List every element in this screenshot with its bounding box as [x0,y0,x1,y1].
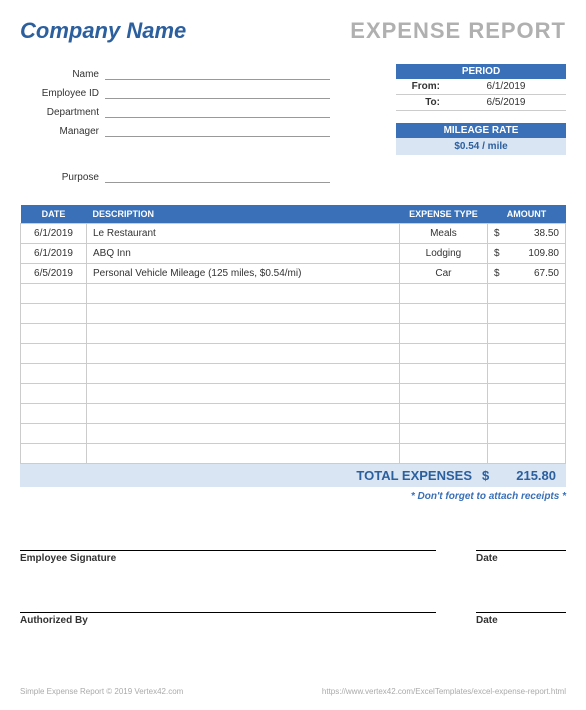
cell-currency: $ [487,224,505,244]
name-field: Name [20,64,330,80]
table-row-empty [21,344,566,364]
cell-type: Meals [399,224,487,244]
period-to-value: 6/5/2019 [446,95,566,110]
cell-currency: $ [487,264,505,284]
total-currency: $ [482,468,500,483]
signature-section: Employee Signature Date Authorized By Da… [20,550,566,626]
table-row-empty [21,404,566,424]
period-from-label: From: [396,79,446,94]
authorized-by-label: Authorized By [20,612,436,626]
table-row-empty [21,424,566,444]
manager-field: Manager [20,121,330,137]
mileage-value: $0.54 / mile [396,138,566,155]
info-section: Name Employee ID Department Manager PERI… [20,64,566,155]
header-description: DESCRIPTION [87,205,400,224]
header-date: DATE [21,205,87,224]
employee-id-input-line [105,85,330,99]
table-row: 6/5/2019Personal Vehicle Mileage (125 mi… [21,264,566,284]
table-row-empty [21,364,566,384]
table-row-empty [21,444,566,464]
expense-table: DATE DESCRIPTION EXPENSE TYPE AMOUNT 6/1… [20,205,566,464]
table-row: 6/1/2019ABQ InnLodging$109.80 [21,244,566,264]
cell-amount: 38.50 [506,224,566,244]
period-box: PERIOD From: 6/1/2019 To: 6/5/2019 MILEA… [396,64,566,155]
name-input-line [105,66,330,80]
manager-label: Manager [20,126,105,137]
document-title: EXPENSE REPORT [350,18,566,44]
company-name: Company Name [20,18,186,44]
department-field: Department [20,102,330,118]
name-label: Name [20,69,105,80]
table-row: 6/1/2019Le RestaurantMeals$38.50 [21,224,566,244]
header-amount: AMOUNT [487,205,565,224]
footer-copyright: Simple Expense Report © 2019 Vertex42.co… [20,687,183,696]
cell-description: Personal Vehicle Mileage (125 miles, $0.… [87,264,400,284]
cell-type: Lodging [399,244,487,264]
cell-date: 6/1/2019 [21,224,87,244]
authorized-date-label: Date [476,612,566,626]
period-to-row: To: 6/5/2019 [396,95,566,111]
period-header: PERIOD [396,64,566,79]
period-from-row: From: 6/1/2019 [396,79,566,95]
total-label: TOTAL EXPENSES [26,468,482,483]
table-row-empty [21,284,566,304]
department-input-line [105,104,330,118]
receipts-note: * Don't forget to attach receipts * [20,491,566,502]
total-amount: 215.80 [500,468,560,483]
document-header: Company Name EXPENSE REPORT [20,18,566,44]
period-from-value: 6/1/2019 [446,79,566,94]
purpose-input-line [105,169,330,183]
cell-date: 6/5/2019 [21,264,87,284]
table-header-row: DATE DESCRIPTION EXPENSE TYPE AMOUNT [21,205,566,224]
footer-url: https://www.vertex42.com/ExcelTemplates/… [322,687,566,696]
cell-amount: 109.80 [506,244,566,264]
employee-signature-date-label: Date [476,550,566,564]
footer: Simple Expense Report © 2019 Vertex42.co… [20,687,566,696]
mileage-box: MILEAGE RATE $0.54 / mile [396,123,566,155]
table-row-empty [21,324,566,344]
cell-amount: 67.50 [506,264,566,284]
cell-currency: $ [487,244,505,264]
cell-description: ABQ Inn [87,244,400,264]
employee-id-field: Employee ID [20,83,330,99]
employee-id-label: Employee ID [20,88,105,99]
purpose-field: Purpose [20,167,330,183]
authorized-signature-row: Authorized By Date [20,612,566,626]
header-expense-type: EXPENSE TYPE [399,205,487,224]
employee-info: Name Employee ID Department Manager [20,64,330,155]
employee-signature-label: Employee Signature [20,550,436,564]
purpose-section: Purpose [20,167,566,183]
cell-date: 6/1/2019 [21,244,87,264]
mileage-header: MILEAGE RATE [396,123,566,138]
manager-input-line [105,123,330,137]
table-row-empty [21,384,566,404]
period-to-label: To: [396,95,446,110]
cell-type: Car [399,264,487,284]
total-row: TOTAL EXPENSES $ 215.80 [20,464,566,487]
employee-signature-row: Employee Signature Date [20,550,566,564]
table-row-empty [21,304,566,324]
cell-description: Le Restaurant [87,224,400,244]
department-label: Department [20,107,105,118]
purpose-label: Purpose [20,172,105,183]
